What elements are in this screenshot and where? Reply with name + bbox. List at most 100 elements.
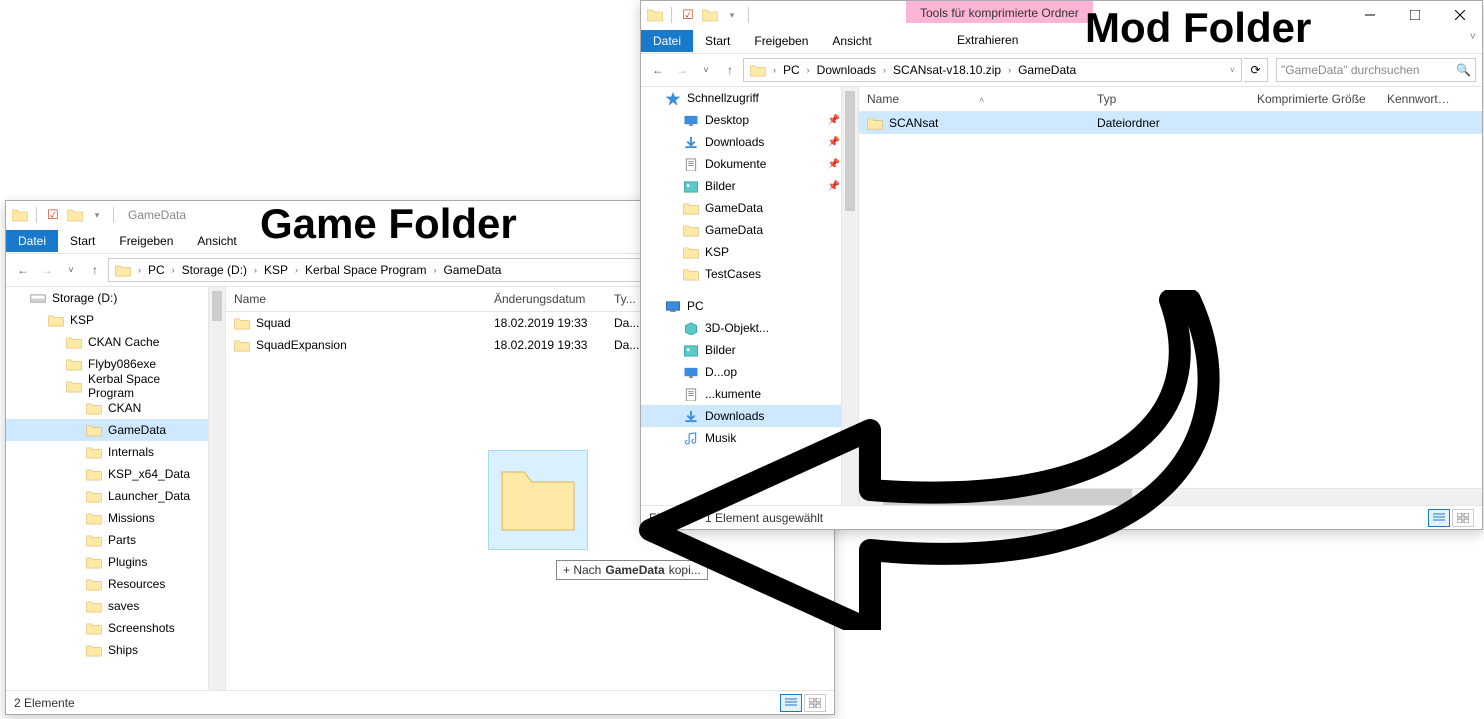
nav-item[interactable]: GameData: [641, 219, 858, 241]
nav-item[interactable]: D...op: [641, 361, 858, 383]
nav-item[interactable]: KSP: [6, 309, 225, 331]
breadcrumb[interactable]: GameData: [439, 263, 505, 277]
nav-recent-icon[interactable]: ˅: [60, 259, 82, 281]
nav-item[interactable]: Screenshots: [6, 617, 225, 639]
nav-forward-icon[interactable]: →: [36, 259, 58, 281]
ribbon-tab-file[interactable]: Datei: [641, 30, 693, 52]
nav-forward-icon[interactable]: →: [671, 59, 693, 81]
nav-item[interactable]: Storage (D:): [6, 287, 225, 309]
nav-item[interactable]: 3D-Objekt...: [641, 317, 858, 339]
breadcrumb[interactable]: Storage (D:): [178, 263, 251, 277]
nav-item[interactable]: Launcher_Data: [6, 485, 225, 507]
nav-item[interactable]: saves: [6, 595, 225, 617]
column-headers[interactable]: Name˄ Typ Komprimierte Größe Kennwortg..…: [859, 87, 1482, 112]
nav-up-icon[interactable]: ↑: [84, 259, 106, 281]
ribbon-collapse-icon[interactable]: ˅: [1470, 31, 1476, 43]
view-details-icon[interactable]: [780, 694, 802, 712]
nav-item[interactable]: KSP: [641, 241, 858, 263]
nav-item[interactable]: GameData: [6, 419, 225, 441]
close-button[interactable]: [1437, 1, 1482, 29]
nav-item[interactable]: Missions: [6, 507, 225, 529]
nav-recent-icon[interactable]: ˅: [695, 59, 717, 81]
search-input[interactable]: "GameData" durchsuchen🔍: [1276, 58, 1476, 82]
minimize-button[interactable]: [1347, 1, 1392, 29]
3d-icon: [683, 322, 699, 335]
nav-item[interactable]: Plugins: [6, 551, 225, 573]
nav-item-label: saves: [108, 599, 139, 613]
nav-item-label: Resources: [108, 577, 165, 591]
qat-newfolder-icon[interactable]: [67, 207, 83, 223]
nav-item[interactable]: Kerbal Space Program: [6, 375, 225, 397]
ribbon-tab-view[interactable]: Ansicht: [185, 230, 248, 252]
nav-item[interactable]: Internals: [6, 441, 225, 463]
view-details-icon[interactable]: [1428, 509, 1450, 527]
view-icons-icon[interactable]: [1452, 509, 1474, 527]
nav-item[interactable]: CKAN: [6, 397, 225, 419]
col-password[interactable]: Kennwortg...: [1379, 92, 1459, 106]
breadcrumb[interactable]: GameData: [1014, 63, 1080, 77]
ribbon-tab-start[interactable]: Start: [58, 230, 107, 252]
nav-item[interactable]: Dokumente📌: [641, 153, 858, 175]
nav-item[interactable]: Resources: [6, 573, 225, 595]
ribbon-tab-share[interactable]: Freigeben: [742, 30, 820, 52]
qat-dropdown-icon[interactable]: ▾: [724, 7, 740, 23]
table-row[interactable]: SCANsatDateiordner: [859, 112, 1482, 134]
scrollbar-horizontal[interactable]: ‹: [859, 488, 1482, 505]
nav-item[interactable]: Schnellzugriff: [641, 87, 858, 109]
nav-pane[interactable]: SchnellzugriffDesktop📌Downloads📌Dokument…: [641, 87, 859, 505]
nav-item[interactable]: ...kumente: [641, 383, 858, 405]
ribbon-tabs: Datei Start Freigeben Ansicht Extrahiere…: [641, 29, 1482, 53]
nav-item[interactable]: Bilder📌: [641, 175, 858, 197]
view-icons-icon[interactable]: [804, 694, 826, 712]
address-bar[interactable]: › PC› Downloads› SCANsat-v18.10.zip› Gam…: [743, 58, 1242, 82]
nav-item[interactable]: CKAN Cache: [6, 331, 225, 353]
nav-pane[interactable]: Storage (D:)KSPCKAN CacheFlyby086exeKerb…: [6, 287, 226, 690]
file-list[interactable]: SCANsatDateiordner: [859, 112, 1482, 488]
nav-item[interactable]: Musik: [641, 427, 858, 449]
breadcrumb[interactable]: Downloads: [813, 63, 880, 77]
qat-newfolder-icon[interactable]: [702, 7, 718, 23]
scrollbar-vertical[interactable]: [841, 87, 858, 505]
nav-item[interactable]: Downloads📌: [641, 131, 858, 153]
ribbon-tab-file[interactable]: Datei: [6, 230, 58, 252]
nav-item[interactable]: TestCases: [641, 263, 858, 285]
qat-properties-icon[interactable]: ☑: [680, 7, 696, 23]
search-icon[interactable]: 🔍: [1456, 63, 1471, 77]
ribbon-tab-start[interactable]: Start: [693, 30, 742, 52]
nav-item[interactable]: GameData: [641, 197, 858, 219]
contextual-tab-extract[interactable]: Extrahieren: [957, 33, 1018, 47]
breadcrumb[interactable]: PC: [779, 63, 804, 77]
scrollbar-vertical[interactable]: [208, 287, 225, 690]
qat-properties-icon[interactable]: ☑: [45, 207, 61, 223]
nav-item[interactable]: Parts: [6, 529, 225, 551]
col-date[interactable]: Änderungsdatum: [486, 292, 606, 306]
nav-item[interactable]: Bilder: [641, 339, 858, 361]
breadcrumb[interactable]: SCANsat-v18.10.zip: [889, 63, 1005, 77]
folder-icon: [86, 446, 102, 459]
col-type[interactable]: Typ: [1089, 92, 1249, 106]
contextual-tab-zip[interactable]: Tools für komprimierte Ordner: [906, 1, 1093, 23]
ribbon-tab-share[interactable]: Freigeben: [107, 230, 185, 252]
ribbon-tab-view[interactable]: Ansicht: [820, 30, 883, 52]
nav-item[interactable]: PC: [641, 295, 858, 317]
nav-back-icon[interactable]: ←: [647, 59, 669, 81]
qat-dropdown-icon[interactable]: ▾: [89, 207, 105, 223]
breadcrumb[interactable]: PC: [144, 263, 169, 277]
folder-icon: [66, 358, 82, 371]
folder-icon: [683, 268, 699, 281]
window-folder-icon: [12, 207, 28, 223]
col-size[interactable]: Komprimierte Größe: [1249, 92, 1379, 106]
breadcrumb[interactable]: Kerbal Space Program: [301, 263, 430, 277]
refresh-icon[interactable]: ⟳: [1244, 58, 1268, 82]
col-name[interactable]: Name: [226, 292, 486, 306]
nav-item[interactable]: Ships: [6, 639, 225, 661]
nav-up-icon[interactable]: ↑: [719, 59, 741, 81]
nav-back-icon[interactable]: ←: [12, 259, 34, 281]
nav-item[interactable]: Downloads: [641, 405, 858, 427]
nav-item[interactable]: KSP_x64_Data: [6, 463, 225, 485]
maximize-button[interactable]: [1392, 1, 1437, 29]
breadcrumb[interactable]: KSP: [260, 263, 292, 277]
nav-item[interactable]: Desktop📌: [641, 109, 858, 131]
col-name[interactable]: Name˄: [859, 92, 1089, 106]
music-icon: [683, 432, 699, 445]
